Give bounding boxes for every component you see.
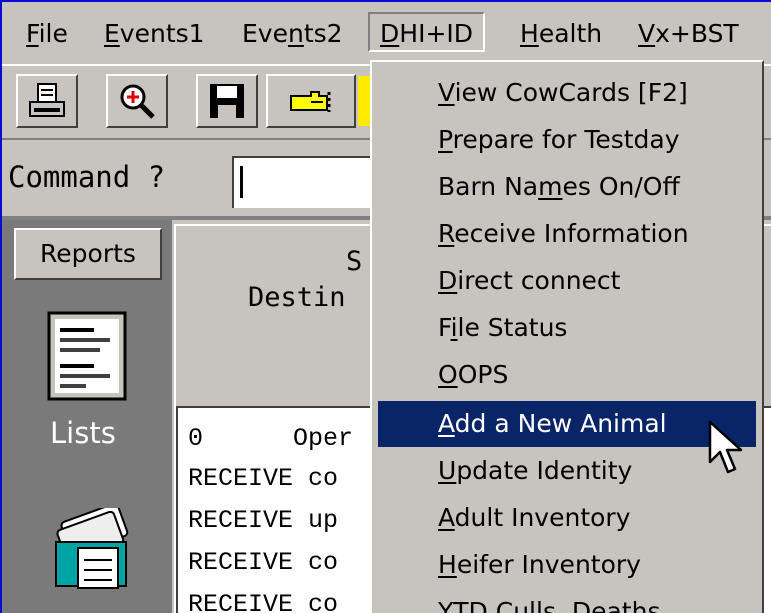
command-label: Command ? bbox=[8, 160, 166, 194]
menu-events2[interactable]: Events2 bbox=[242, 14, 343, 54]
menu-dhi-id[interactable]: DHI+ID bbox=[368, 12, 486, 52]
main-heading-1: S bbox=[346, 246, 363, 277]
menu-item-add-new-animal[interactable]: Add a New Animal bbox=[378, 401, 756, 447]
menu-item-prepare-for-testday[interactable]: Prepare for Testday bbox=[378, 117, 756, 163]
main-heading-2: Destin bbox=[248, 282, 346, 313]
menu-item-adult-inventory[interactable]: Adult Inventory bbox=[378, 495, 756, 541]
document-list-icon bbox=[47, 311, 127, 401]
menu-item-file-status[interactable]: File Status bbox=[378, 305, 756, 351]
menu-health[interactable]: Health bbox=[520, 14, 602, 54]
pointing-hand-icon bbox=[290, 91, 331, 112]
menu-item-oops[interactable]: OOPS bbox=[378, 352, 756, 398]
list-item[interactable]: RECEIVE up bbox=[188, 506, 338, 535]
reports-button[interactable]: Reports bbox=[14, 228, 162, 280]
card-file-button[interactable] bbox=[50, 502, 134, 598]
command-input[interactable] bbox=[232, 156, 392, 208]
dhi-id-dropdown-menu: View CowCards [F2] Prepare for Testday B… bbox=[370, 60, 764, 613]
print-icon bbox=[29, 83, 65, 117]
save-icon bbox=[210, 84, 244, 118]
print-button[interactable] bbox=[16, 74, 78, 128]
point-button[interactable] bbox=[266, 74, 356, 128]
save-button[interactable] bbox=[196, 74, 258, 128]
text-caret bbox=[240, 166, 243, 198]
menu-item-receive-information[interactable]: Receive Information bbox=[378, 211, 756, 257]
mouse-cursor-icon bbox=[708, 420, 743, 474]
menu-item-update-identity[interactable]: Update Identity bbox=[378, 448, 756, 494]
list-item[interactable]: RECEIVE co bbox=[188, 590, 338, 613]
menu-item-ytd-culls-deaths[interactable]: YTD Culls, Deaths bbox=[378, 589, 756, 613]
list-item[interactable]: 0 Oper bbox=[188, 424, 353, 453]
menu-item-heifer-inventory[interactable]: Heifer Inventory bbox=[378, 542, 756, 588]
menu-item-view-cowcards[interactable]: View CowCards [F2] bbox=[378, 70, 756, 116]
lists-label: Lists bbox=[50, 416, 116, 450]
application-window: File Events1 Events2 DHI+ID Health Vx+BS… bbox=[2, 2, 771, 613]
menu-item-direct-connect[interactable]: Direct connect bbox=[378, 258, 756, 304]
zoom-button[interactable] bbox=[106, 74, 168, 128]
menu-events1[interactable]: Events1 bbox=[104, 14, 205, 54]
menu-item-barn-names[interactable]: Barn Names On/Off bbox=[378, 164, 756, 210]
lists-button[interactable] bbox=[46, 310, 128, 406]
list-item[interactable]: RECEIVE co bbox=[188, 548, 338, 577]
menu-vx-bst[interactable]: Vx+BST bbox=[638, 14, 739, 54]
zoom-icon bbox=[120, 84, 155, 119]
card-file-icon bbox=[55, 502, 129, 589]
menu-bar: File Events1 Events2 DHI+ID Health Vx+BS… bbox=[2, 8, 771, 60]
list-item[interactable]: RECEIVE co bbox=[188, 464, 338, 493]
menu-file[interactable]: File bbox=[26, 14, 68, 54]
